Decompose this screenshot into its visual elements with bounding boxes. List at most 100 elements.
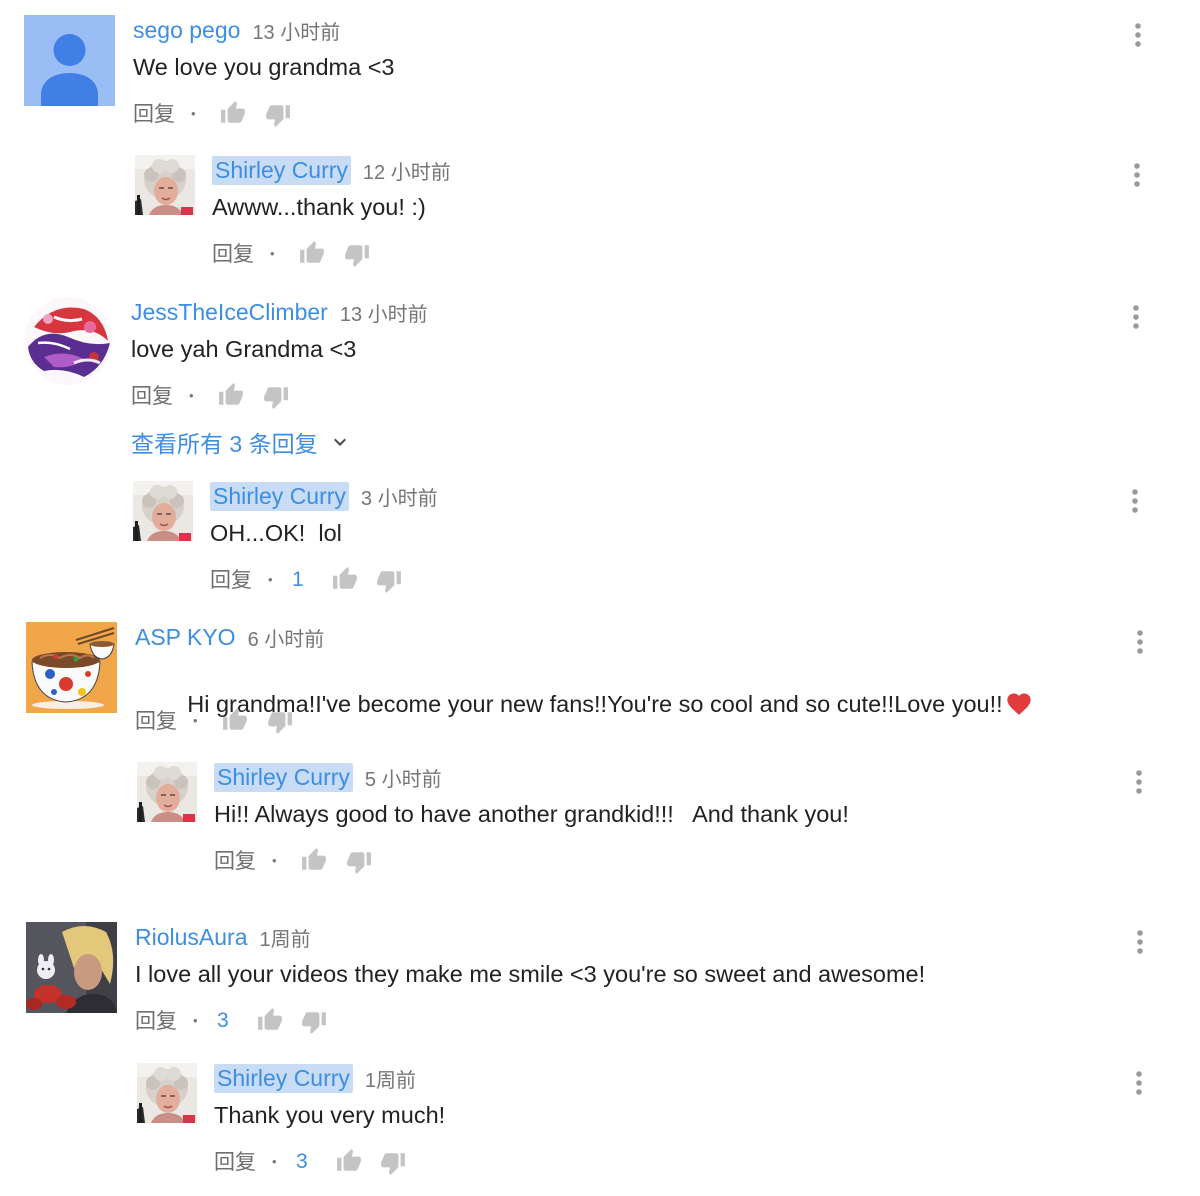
timestamp[interactable]: 3 小时前: [361, 482, 438, 511]
more-vert-icon[interactable]: [1135, 1070, 1143, 1096]
action-bar: 回复 • 3: [214, 1147, 434, 1177]
view-all-replies-link[interactable]: 查看所有 3 条回复: [131, 427, 352, 457]
author-name-highlighted[interactable]: Shirley Curry: [214, 1063, 353, 1093]
author-name[interactable]: sego pego: [133, 16, 240, 45]
abstract-purple-red-avatar-icon: [24, 297, 112, 385]
more-vert-icon[interactable]: [1136, 629, 1144, 655]
action-bar: 回复 • 3: [135, 1006, 355, 1036]
action-bar: 回复 •: [212, 239, 432, 269]
reply-button[interactable]: 回复: [135, 706, 183, 738]
author-name-highlighted[interactable]: Shirley Curry: [210, 481, 349, 511]
thumbs-down-icon[interactable]: [376, 568, 402, 594]
action-bar: 回复 •: [131, 381, 351, 411]
avatar[interactable]: [24, 297, 112, 385]
more-vert-icon[interactable]: [1136, 929, 1144, 955]
timestamp[interactable]: 12 小时前: [363, 156, 451, 185]
reply-header: Shirley Curry 3 小时前: [210, 481, 438, 511]
reply-button[interactable]: 回复: [131, 381, 179, 413]
avatar[interactable]: [26, 622, 117, 713]
avatar[interactable]: [135, 155, 195, 215]
thumbs-down-icon[interactable]: [301, 1009, 327, 1035]
thumbs-down-icon[interactable]: [346, 849, 372, 875]
more-vert-icon[interactable]: [1134, 22, 1142, 48]
more-vert-icon[interactable]: [1133, 162, 1141, 188]
comment-header: JessTheIceClimber 13 小时前: [131, 297, 428, 327]
avatar[interactable]: [24, 15, 115, 106]
thumbs-up-icon[interactable]: [336, 1148, 362, 1174]
red-heart-emoji-icon: [1005, 690, 1033, 718]
more-vert-icon[interactable]: [1131, 488, 1139, 514]
reply-text: Thank you very much!: [214, 1102, 446, 1128]
comment-text: love yah Grandma <3: [131, 336, 357, 362]
action-bar: 回复 •: [135, 706, 355, 736]
thumbs-up-icon[interactable]: [301, 847, 327, 873]
thumbs-down-icon[interactable]: [267, 709, 293, 735]
timestamp[interactable]: 13 小时前: [340, 298, 428, 327]
action-bar: 回复 •: [214, 846, 434, 876]
author-name[interactable]: RiolusAura: [135, 923, 248, 952]
timestamp[interactable]: 6 小时前: [248, 623, 325, 652]
comment-text: We love you grandma <3: [133, 54, 395, 80]
reply-header: Shirley Curry 5 小时前: [214, 762, 442, 792]
thumbs-down-icon[interactable]: [380, 1150, 406, 1176]
avatar[interactable]: [133, 481, 193, 541]
like-count: 1: [292, 568, 304, 591]
comment-header: sego pego 13 小时前: [133, 15, 340, 45]
reply-button[interactable]: 回复: [214, 846, 262, 878]
more-vert-icon[interactable]: [1135, 769, 1143, 795]
shirley-curry-avatar-icon: [135, 155, 195, 215]
author-name-highlighted[interactable]: Shirley Curry: [212, 155, 351, 185]
action-bar: 回复 • 1: [210, 565, 430, 595]
reply-header: Shirley Curry 12 小时前: [212, 155, 451, 185]
more-vert-icon[interactable]: [1132, 304, 1140, 330]
separator-dot: •: [189, 388, 194, 403]
thumbs-up-icon[interactable]: [220, 100, 246, 126]
thumbs-down-icon[interactable]: [265, 102, 291, 128]
shirley-curry-avatar-icon: [137, 1063, 197, 1123]
avatar[interactable]: [26, 922, 117, 1013]
shirley-curry-avatar-icon: [133, 481, 193, 541]
separator-dot: •: [193, 713, 198, 728]
noodle-bowl-avatar-icon: [26, 622, 117, 713]
comment-text: Hi grandma!I've become your new fans!!Yo…: [135, 659, 1033, 717]
reply-text: Awww...thank you! :): [212, 194, 426, 220]
thumbs-up-icon[interactable]: [218, 382, 244, 408]
thumbs-down-icon[interactable]: [263, 384, 289, 410]
separator-dot: •: [193, 1013, 198, 1028]
reply-header: Shirley Curry 1周前: [214, 1063, 416, 1093]
author-name-highlighted[interactable]: Shirley Curry: [214, 762, 353, 792]
separator-dot: •: [272, 853, 277, 868]
avatar[interactable]: [137, 762, 197, 822]
comment-header: RiolusAura 1周前: [135, 922, 311, 952]
thumbs-up-icon[interactable]: [299, 240, 325, 266]
reply-text: OH...OK! lol: [210, 520, 342, 546]
shirley-curry-avatar-icon: [137, 762, 197, 822]
separator-dot: •: [191, 106, 196, 121]
blonde-figure-photo-avatar-icon: [26, 922, 117, 1013]
reply-button[interactable]: 回复: [210, 565, 258, 597]
thumbs-up-icon[interactable]: [257, 1007, 283, 1033]
like-count: 3: [296, 1150, 308, 1173]
separator-dot: •: [272, 1154, 277, 1169]
timestamp[interactable]: 13 小时前: [252, 16, 340, 45]
separator-dot: •: [268, 572, 273, 587]
like-count: 3: [217, 1009, 229, 1032]
reply-button[interactable]: 回复: [214, 1147, 262, 1179]
comment-header: ASP KYO 6 小时前: [135, 622, 324, 652]
reply-button[interactable]: 回复: [133, 99, 181, 131]
view-all-replies-label: 查看所有 3 条回复: [131, 431, 318, 457]
timestamp[interactable]: 1周前: [260, 923, 311, 952]
timestamp[interactable]: 1周前: [365, 1064, 416, 1093]
reply-button[interactable]: 回复: [135, 1006, 183, 1038]
timestamp[interactable]: 5 小时前: [365, 763, 442, 792]
chevron-down-icon: [328, 430, 352, 454]
author-name[interactable]: JessTheIceClimber: [131, 298, 328, 327]
author-name[interactable]: ASP KYO: [135, 623, 236, 652]
default-user-avatar-icon: [24, 15, 115, 106]
thumbs-up-icon[interactable]: [222, 707, 248, 733]
thumbs-down-icon[interactable]: [344, 242, 370, 268]
reply-button[interactable]: 回复: [212, 239, 260, 271]
comment-text: I love all your videos they make me smil…: [135, 961, 926, 987]
thumbs-up-icon[interactable]: [332, 566, 358, 592]
avatar[interactable]: [137, 1063, 197, 1123]
